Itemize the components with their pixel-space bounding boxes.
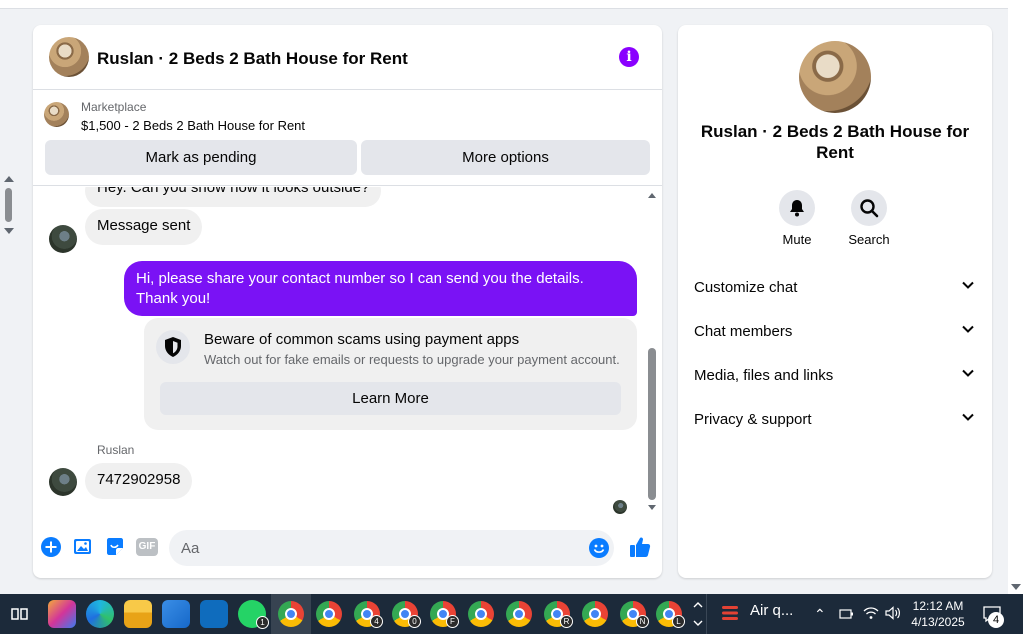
section-label: Privacy & support bbox=[694, 411, 812, 428]
conversation-avatar[interactable] bbox=[49, 37, 89, 77]
sticker-icon[interactable] bbox=[104, 536, 126, 558]
chrome-icon[interactable] bbox=[278, 601, 304, 627]
chevron-down-icon bbox=[962, 325, 974, 333]
chevron-up-icon[interactable]: ⌃ bbox=[814, 606, 826, 623]
scam-warning-title: Beware of common scams using payment app… bbox=[204, 331, 520, 348]
page-scrollbar-left[interactable] bbox=[0, 170, 16, 240]
media-files-links-section[interactable]: Media, files and links bbox=[694, 361, 978, 389]
scroll-thumb[interactable] bbox=[648, 348, 656, 500]
chrome-profile-badge: R bbox=[560, 615, 573, 628]
search-icon[interactable] bbox=[851, 190, 887, 226]
marketplace-banner: Marketplace $1,500 - 2 Beds 2 Bath House… bbox=[33, 90, 662, 186]
chevron-down-icon bbox=[962, 369, 974, 377]
emoji-icon[interactable] bbox=[589, 538, 609, 558]
edge-icon[interactable] bbox=[86, 600, 114, 628]
search-action[interactable]: Search bbox=[839, 190, 899, 247]
section-label: Customize chat bbox=[694, 279, 798, 296]
message-list: Hey. Can you show how it looks outside? … bbox=[33, 187, 662, 517]
wifi-icon[interactable] bbox=[862, 605, 880, 621]
scroll-up-icon[interactable] bbox=[648, 193, 656, 198]
more-options-button[interactable]: More options bbox=[361, 140, 650, 175]
outlook-icon[interactable] bbox=[200, 600, 228, 628]
listing-title[interactable]: $1,500 - 2 Beds 2 Bath House for Rent bbox=[81, 118, 305, 133]
outgoing-message-bubble: Hi, please share your contact number so … bbox=[124, 261, 637, 316]
chrome-icon[interactable] bbox=[582, 601, 608, 627]
scam-warning-subtitle: Watch out for fake emails or requests to… bbox=[204, 352, 620, 367]
chrome-icon[interactable] bbox=[506, 601, 532, 627]
scroll-thumb[interactable] bbox=[5, 188, 12, 222]
taskbar-scroll-icon[interactable] bbox=[692, 598, 704, 630]
chevron-down-icon bbox=[962, 413, 974, 421]
store-icon[interactable] bbox=[162, 600, 190, 628]
taskbar-divider bbox=[706, 594, 707, 634]
chrome-profile-badge: 0 bbox=[408, 615, 421, 628]
system-clock[interactable]: 12:12 AM 4/13/2025 bbox=[905, 598, 971, 630]
sender-name: Ruslan bbox=[97, 443, 135, 457]
message-composer: GIF bbox=[33, 527, 662, 569]
search-label: Search bbox=[848, 232, 890, 247]
chat-header: Ruslan · 2 Beds 2 Bath House for Rent i bbox=[33, 25, 662, 90]
chrome-icon[interactable] bbox=[468, 601, 494, 627]
message-bubble-partial: Hey. Can you show how it looks outside? bbox=[85, 187, 382, 207]
message-input[interactable] bbox=[169, 530, 614, 566]
message-bubble-sent-notice: Message sent bbox=[85, 209, 203, 245]
scam-warning-card: Beware of common scams using payment app… bbox=[144, 318, 637, 430]
chat-members-section[interactable]: Chat members bbox=[694, 317, 978, 345]
scroll-down-icon[interactable] bbox=[4, 228, 14, 234]
mark-as-pending-button[interactable]: Mark as pending bbox=[45, 140, 357, 175]
thumbs-up-icon[interactable] bbox=[628, 535, 652, 559]
volume-icon[interactable] bbox=[884, 605, 902, 621]
chevron-down-icon bbox=[962, 281, 974, 289]
task-view-icon[interactable] bbox=[6, 600, 34, 628]
section-label: Chat members bbox=[694, 323, 793, 340]
section-label: Media, files and links bbox=[694, 367, 834, 384]
chrome-profile-badge: 4 bbox=[370, 615, 383, 628]
chrome-profile-badge: F bbox=[446, 615, 459, 628]
file-explorer-icon[interactable] bbox=[124, 600, 152, 628]
clock-date: 4/13/2025 bbox=[911, 615, 965, 629]
listing-thumbnail[interactable] bbox=[44, 102, 69, 127]
conversation-details-panel: Ruslan · 2 Beds 2 Bath House for Rent Mu… bbox=[678, 25, 992, 578]
scroll-down-icon[interactable] bbox=[648, 505, 656, 510]
privacy-support-section[interactable]: Privacy & support bbox=[694, 405, 978, 433]
profile-avatar[interactable] bbox=[799, 41, 871, 113]
message-scrollbar[interactable] bbox=[645, 187, 659, 517]
weather-widget-text[interactable]: Air q... bbox=[750, 602, 793, 619]
chrome-icon[interactable] bbox=[316, 601, 342, 627]
sender-avatar[interactable] bbox=[49, 468, 77, 496]
shield-icon bbox=[156, 330, 190, 364]
chat-window: Ruslan · 2 Beds 2 Bath House for Rent i … bbox=[33, 25, 662, 578]
customize-chat-section[interactable]: Customize chat bbox=[694, 273, 978, 301]
photo-icon[interactable] bbox=[72, 536, 94, 558]
windows-taskbar: 1 4 0 F R N L Air q... ⌃ 12:12 AM 4/13/2… bbox=[0, 594, 1023, 634]
chrome-profile-badge: N bbox=[636, 615, 649, 628]
plus-circle-icon[interactable] bbox=[40, 536, 62, 558]
conversation-title[interactable]: Ruslan · 2 Beds 2 Bath House for Rent bbox=[97, 49, 408, 69]
mute-action[interactable]: Mute bbox=[767, 190, 827, 247]
profile-title: Ruslan · 2 Beds 2 Bath House for Rent bbox=[700, 122, 970, 162]
top-navigation-strip bbox=[0, 0, 1008, 9]
scroll-up-icon[interactable] bbox=[4, 176, 14, 182]
sender-avatar[interactable] bbox=[49, 225, 77, 253]
chrome-profile-badge: L bbox=[672, 615, 685, 628]
mute-label: Mute bbox=[782, 232, 812, 247]
phone-number-message: 7472902958 bbox=[85, 463, 193, 499]
info-icon[interactable]: i bbox=[619, 47, 639, 67]
read-receipt-avatar bbox=[613, 500, 627, 514]
whatsapp-badge: 1 bbox=[256, 616, 269, 629]
notification-count-badge: 4 bbox=[988, 612, 1004, 628]
copilot-icon[interactable] bbox=[48, 600, 76, 628]
learn-more-button[interactable]: Learn More bbox=[160, 382, 621, 415]
gif-icon[interactable]: GIF bbox=[136, 538, 158, 556]
air-quality-icon[interactable] bbox=[720, 603, 740, 623]
marketplace-label: Marketplace bbox=[81, 100, 147, 114]
page-scrollbar-right[interactable] bbox=[1008, 0, 1023, 594]
battery-icon[interactable] bbox=[838, 606, 854, 622]
clock-time: 12:12 AM bbox=[912, 599, 964, 613]
bell-icon[interactable] bbox=[779, 190, 815, 226]
